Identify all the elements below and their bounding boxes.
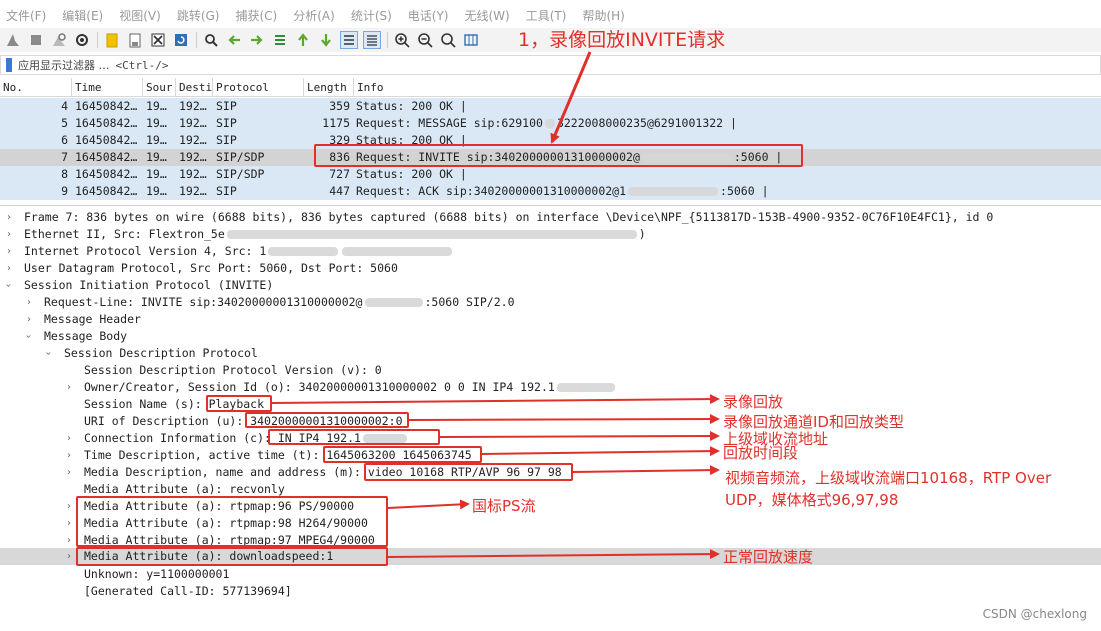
watermark: CSDN @chexlong — [982, 607, 1087, 621]
annotation-time: 回放时间段 — [723, 444, 799, 462]
arrow-time — [481, 446, 720, 457]
arrow-playback — [271, 394, 720, 405]
annotation-media-line2: UDP，媒体格式96,97,98 — [725, 491, 899, 509]
annotation-title: 1，录像回放INVITE请求 — [518, 29, 726, 51]
annotation-speed: 正常回放速度 — [723, 548, 814, 566]
annotation-ps: 国标PS流 — [472, 497, 536, 515]
annotation-media-line1: 视频音频流，上级域收流端口10168，RTP Over — [725, 469, 1052, 487]
arrow-to-invite — [550, 51, 592, 144]
arrow-speed — [387, 549, 720, 560]
annotation-arrows — [271, 51, 720, 560]
arrow-ps — [387, 499, 470, 510]
arrow-connection — [439, 431, 720, 442]
arrow-uri — [408, 414, 720, 425]
annotation-playback: 录像回放 — [723, 393, 784, 411]
arrow-media — [572, 465, 720, 476]
